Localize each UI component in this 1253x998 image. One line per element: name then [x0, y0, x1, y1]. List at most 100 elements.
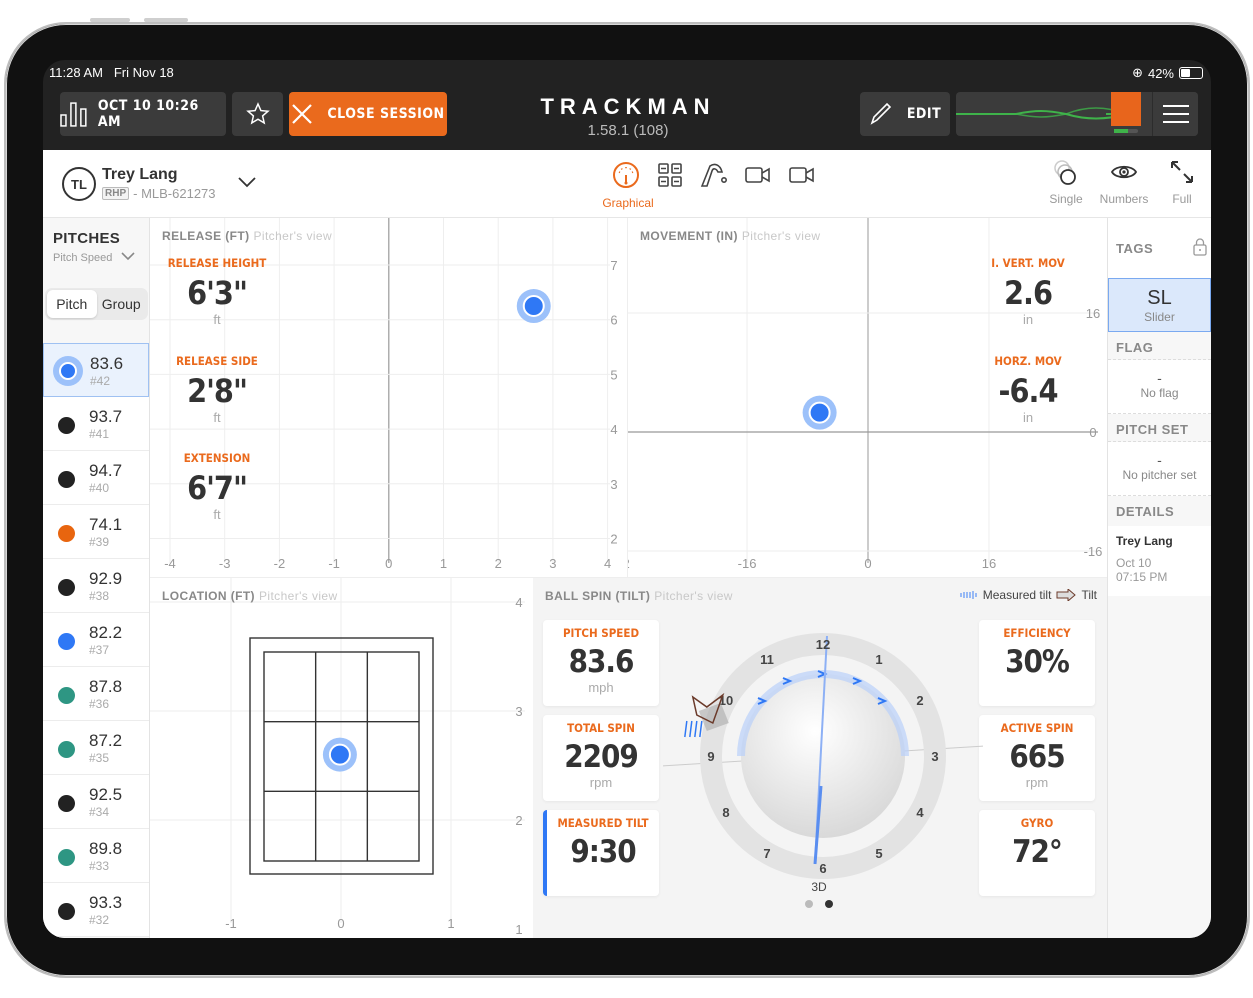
clock-hour-label: 12: [816, 637, 830, 652]
pitch-number: #36: [89, 697, 110, 711]
pitch-number: #41: [89, 427, 110, 441]
fullscreen-toggle[interactable]: Full: [1153, 158, 1211, 206]
flag-text: No flag: [1140, 386, 1179, 400]
pitch-group-toggle: Pitch Group: [45, 288, 148, 320]
stat-value: -6.4: [998, 372, 1059, 410]
stat-label: I. VERT. MOV: [991, 256, 1065, 270]
session-button[interactable]: OCT 10 10:26 AM: [60, 92, 226, 136]
active-view-label: Graphical: [602, 196, 654, 210]
segment-group[interactable]: Group: [97, 290, 147, 318]
pitch-color-dot: [58, 417, 75, 434]
card-label: ACTIVE SPIN: [1000, 721, 1074, 735]
player-dropdown-chevron-icon[interactable]: [238, 176, 256, 188]
clock-hour-label: 3: [931, 749, 938, 764]
pitch-number: #42: [90, 374, 111, 388]
release-panel: -4 -3 -2 -1 0 1 2 3 4 7 6 5 4 3 2 RELEASE (FT) Pitcher'…: [150, 218, 628, 578]
tab-video-2[interactable]: [787, 160, 817, 190]
page-indicator-dot[interactable]: [825, 900, 833, 908]
measured-tilt-tick: [699, 720, 703, 738]
pitch-list-item[interactable]: 89.8 #33: [43, 829, 149, 883]
stat-label: RELEASE HEIGHT: [167, 256, 267, 270]
pitch-list-item[interactable]: 93.7 #41: [43, 397, 149, 451]
pitch-number: #37: [89, 643, 110, 657]
stat-value: 6'3": [187, 274, 248, 312]
card-label: TOTAL SPIN: [567, 721, 635, 735]
measured-tilt-tick: [684, 720, 688, 738]
card-value: 665: [1009, 739, 1065, 775]
display-tools: Single Numbers Full: [1037, 158, 1211, 206]
spin-title: BALL SPIN (TILT) Pitcher's view: [545, 589, 733, 603]
location-view-label: Pitcher's view: [258, 589, 338, 603]
release-side-stat: RELEASE SIDE 2'8" ft: [162, 354, 272, 425]
pitch-list-item[interactable]: 92.9 #38: [43, 559, 149, 613]
numbers-toggle[interactable]: Numbers: [1095, 158, 1153, 206]
pitch-list-item[interactable]: 93.3 #32: [43, 883, 149, 937]
spin-view-label: Pitcher's view: [654, 589, 733, 603]
vert-mov-stat: I. VERT. MOV 2.6 in: [973, 256, 1083, 327]
pitch-color-dot: [58, 687, 75, 704]
spin-stat-card: PITCH SPEED 83.6 mph: [543, 620, 659, 706]
card-value: 9:30: [570, 834, 636, 870]
details-time: 07:15 PM: [1116, 570, 1168, 584]
edit-button[interactable]: EDIT: [860, 92, 950, 136]
pitch-list-item[interactable]: 92.5 #34: [43, 775, 149, 829]
card-unit: rpm: [589, 775, 613, 790]
radar-status-widget[interactable]: [956, 92, 1198, 136]
favorite-button[interactable]: [232, 92, 283, 136]
release-height-stat: RELEASE HEIGHT 6'3" ft: [162, 256, 272, 327]
segment-pitch[interactable]: Pitch: [47, 290, 97, 318]
pitch-list-item[interactable]: 87.8 #36: [43, 667, 149, 721]
movement-title-text: MOVEMENT (IN): [640, 229, 738, 243]
y-tick-label: 2: [515, 813, 522, 828]
pitch-type-tag[interactable]: SL Slider: [1108, 278, 1211, 332]
pitch-marker: [328, 743, 351, 766]
tab-video-1[interactable]: [743, 160, 773, 190]
y-tick-label: 3: [610, 477, 617, 492]
close-session-label: CLOSE SESSION: [327, 106, 445, 122]
grid-tiles-icon: [658, 163, 682, 187]
status-time-date: 11:28 AM Fri Nov 18: [49, 65, 174, 80]
numbers-label: Numbers: [1099, 192, 1149, 206]
brand-name: TRACKMAN: [540, 94, 716, 119]
card-label: PITCH SPEED: [562, 626, 640, 640]
pitch-speed: 93.7: [89, 407, 123, 426]
pitch-list-item[interactable]: 94.7 #40: [43, 451, 149, 505]
x-tick-label: 3: [549, 556, 556, 571]
pitch-list-item[interactable]: 83.6 #42: [43, 343, 149, 397]
spin-mode-label: 3D: [811, 880, 827, 894]
tab-tiles[interactable]: [655, 160, 685, 190]
pitch-set-tag[interactable]: - No pitcher set: [1108, 442, 1211, 496]
menu-button[interactable]: [1152, 92, 1198, 136]
player-position-badge: RHP: [102, 187, 130, 200]
spin-legend: Measured tilt Tilt: [959, 588, 1097, 602]
pitch-set-title: PITCH SET: [1108, 414, 1211, 442]
sort-label: Pitch Speed: [53, 252, 113, 264]
flag-title: FLAG: [1108, 332, 1211, 360]
spin-stat-card: MEASURED TILT 9:30: [543, 810, 659, 896]
clock-hour-label: 1: [875, 652, 882, 667]
battery-icon: [1179, 67, 1203, 79]
stat-unit: in: [1022, 410, 1034, 425]
movement-panel: 2 -16 0 16 16 0 -16 MOVEMENT (IN)Pitcher's vie…: [628, 218, 1107, 578]
card-label: GYRO: [1020, 816, 1054, 830]
flag-tag[interactable]: - No flag: [1108, 360, 1211, 414]
location-chart: -1 0 1 4 3 2 1: [150, 578, 525, 937]
page-indicator-dot[interactable]: [805, 900, 813, 908]
pitch-list-item[interactable]: 82.2 #37: [43, 613, 149, 667]
pitch-marker: [808, 401, 831, 424]
x-tick-label: 2: [628, 556, 630, 571]
pitch-list-item[interactable]: 87.2 #35: [43, 721, 149, 775]
y-tick-label: 4: [610, 422, 617, 437]
pitch-list-item[interactable]: 74.1 #39: [43, 505, 149, 559]
tab-graphical[interactable]: [611, 160, 641, 190]
lock-icon[interactable]: [1193, 238, 1207, 256]
y-tick-label: 1: [515, 922, 522, 937]
tab-trajectory[interactable]: [699, 160, 729, 190]
sort-dropdown[interactable]: Pitch Speed: [53, 251, 135, 264]
close-session-button[interactable]: CLOSE SESSION: [289, 92, 447, 136]
pitch-color-dot: [58, 741, 75, 758]
video-camera-icon: [789, 167, 814, 183]
single-toggle[interactable]: Single: [1037, 158, 1095, 206]
clock-hour-label: 7: [763, 846, 770, 861]
details-title: DETAILS: [1116, 504, 1175, 519]
